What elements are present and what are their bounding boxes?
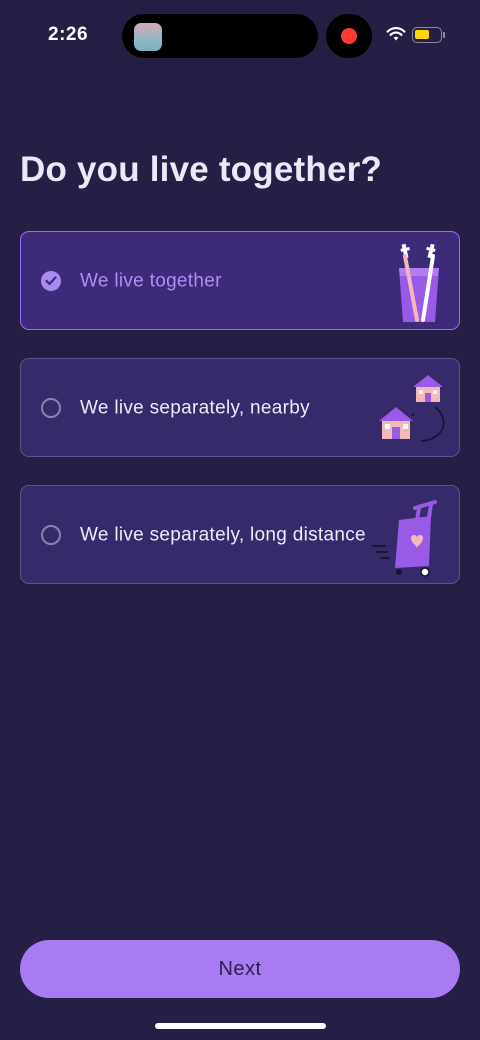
suitcase-illustration [372, 500, 437, 577]
wifi-icon [386, 27, 406, 41]
option-live-together[interactable]: We live together [20, 231, 460, 330]
next-button[interactable]: Next [20, 940, 460, 998]
app-thumbnail-icon [134, 23, 162, 51]
toothbrush-cup-illustration [399, 243, 439, 322]
option-label: We live separately, nearby [80, 397, 310, 418]
two-houses-illustration [379, 375, 445, 442]
battery-icon [412, 27, 442, 43]
battery-level [415, 30, 429, 39]
battery-cap [443, 32, 445, 38]
radio-unchecked-icon [41, 525, 61, 545]
option-live-separately-nearby[interactable]: We live separately, nearby [20, 358, 460, 457]
home-indicator [155, 1023, 326, 1029]
radio-checked-icon [41, 271, 61, 291]
screen-recording-indicator [326, 14, 372, 58]
dynamic-island [122, 14, 318, 58]
radio-unchecked-icon [41, 398, 61, 418]
status-time: 2:26 [48, 24, 89, 45]
page-title: Do you live together? [20, 150, 383, 189]
record-dot-icon [341, 28, 357, 44]
option-live-separately-long-distance[interactable]: We live separately, long distance [20, 485, 460, 584]
option-label: We live together [80, 270, 222, 291]
status-bar: 2:26 [0, 0, 480, 72]
option-label: We live separately, long distance [80, 524, 366, 545]
